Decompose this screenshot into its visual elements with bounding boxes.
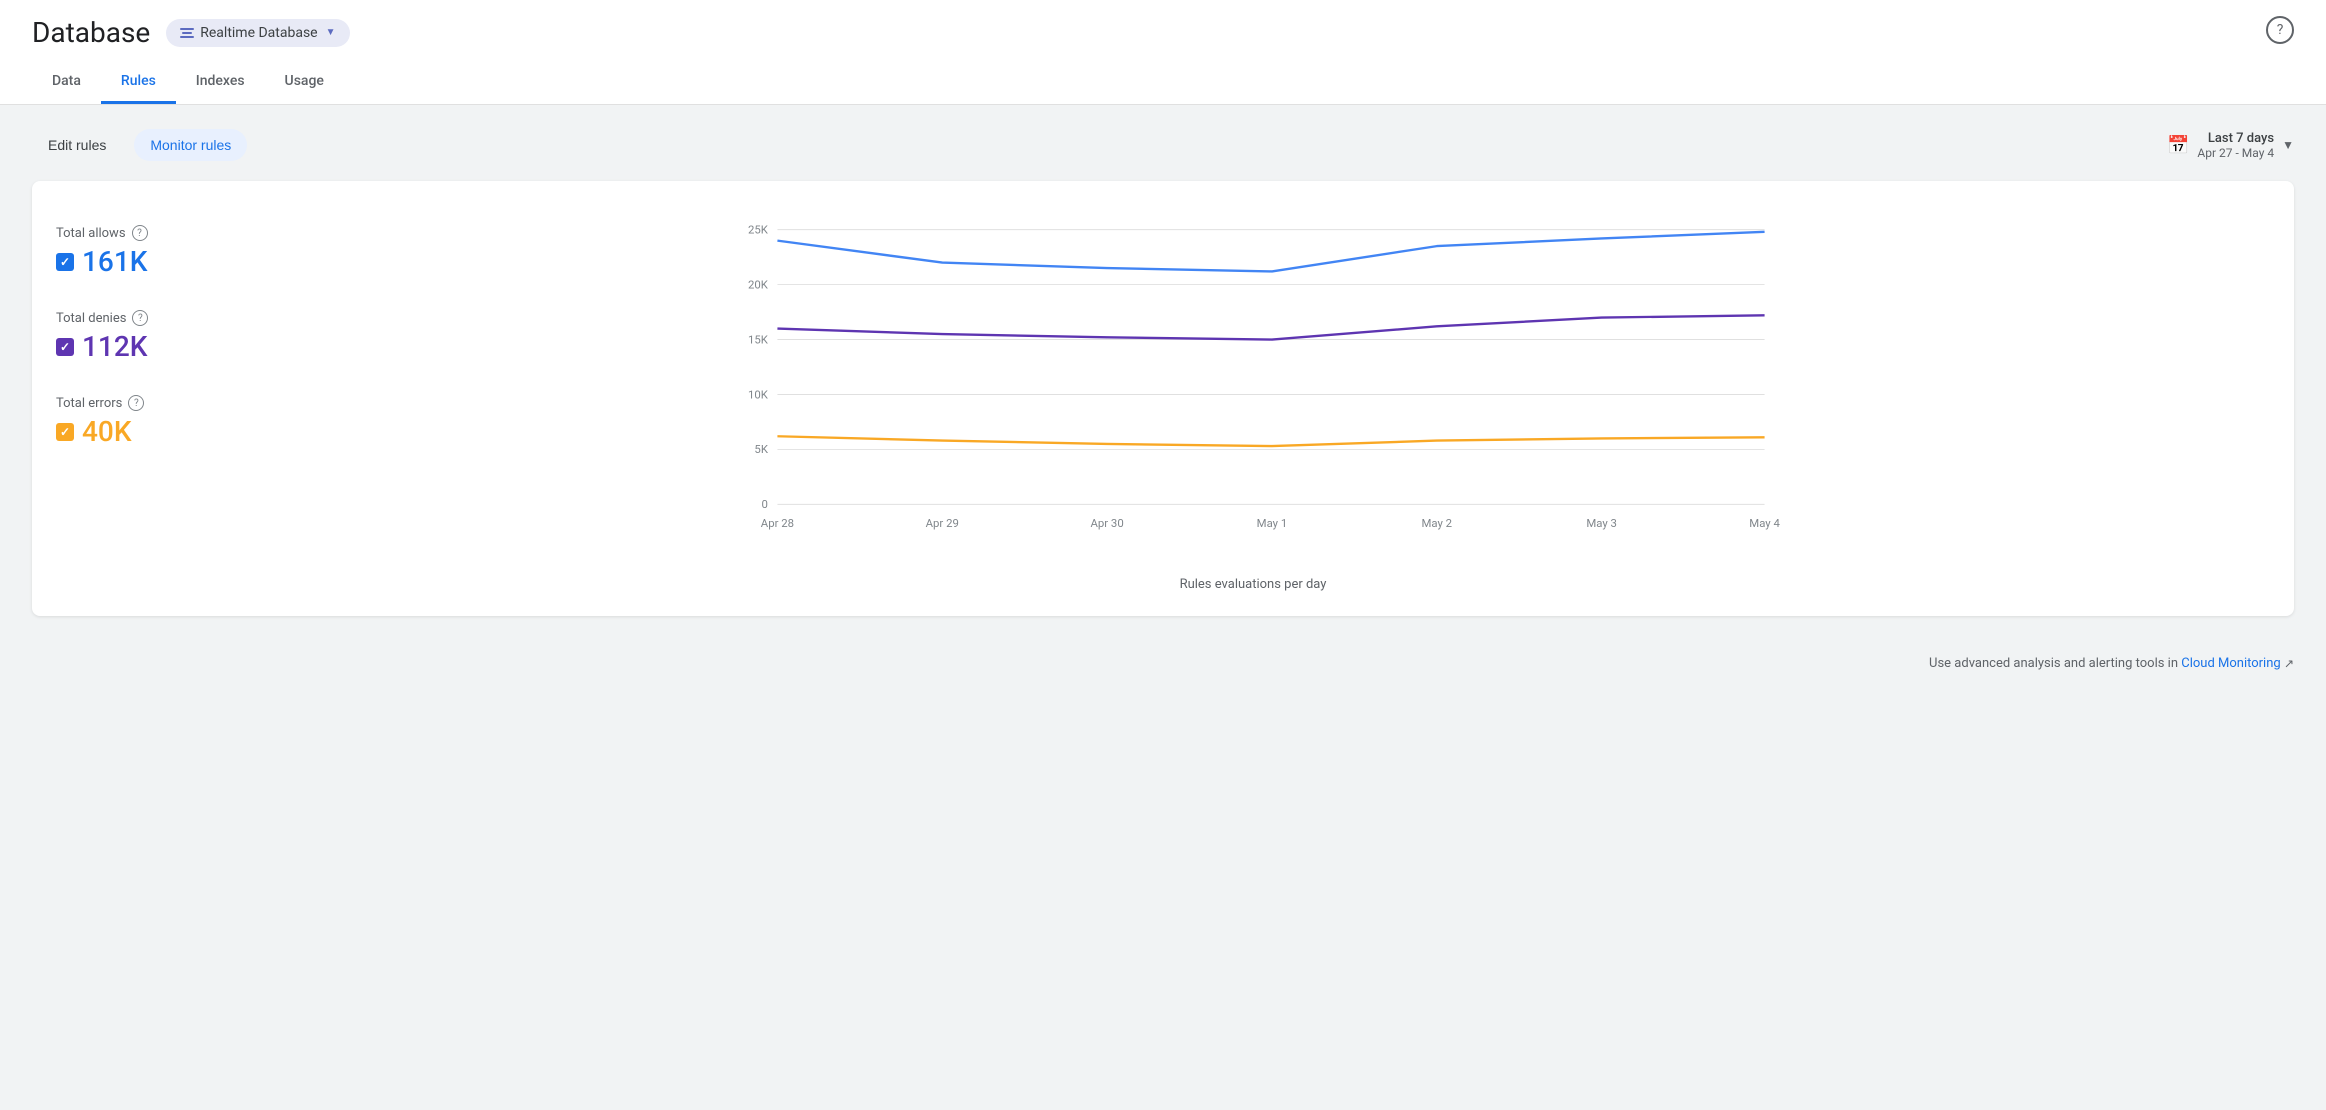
chart-footer: Rules evaluations per day [236,577,2270,592]
monitor-rules-button[interactable]: Monitor rules [134,129,247,161]
main-content: Edit rules Monitor rules 📅 Last 7 days A… [0,105,2326,640]
date-range-text: Last 7 days Apr 27 - May 4 [2197,131,2274,160]
help-icon[interactable]: ? [2266,16,2294,44]
svg-text:0: 0 [762,497,768,511]
external-link-icon: ↗ [2284,657,2294,671]
footer-note-text: Use advanced analysis and alerting tools… [1929,656,2178,671]
chart-card: Total allows ? 161K Total denies ? [32,181,2294,616]
svg-text:May 3: May 3 [1586,516,1617,530]
date-range-chevron-icon: ▼ [2282,138,2294,152]
svg-text:Apr 29: Apr 29 [926,516,959,530]
db-selector-label: Realtime Database [200,25,317,41]
errors-help-icon[interactable]: ? [128,395,144,411]
chevron-down-icon: ▼ [326,27,336,38]
denies-value: 112K [56,330,216,363]
date-range-main: Last 7 days [2197,131,2274,146]
svg-text:25K: 25K [748,222,769,236]
legend-item-denies: Total denies ? 112K [56,310,216,363]
tab-rules[interactable]: Rules [101,61,176,104]
allows-checkbox[interactable] [56,253,74,271]
footer-note: Use advanced analysis and alerting tools… [0,640,2326,687]
chart-area: 25K 20K 15K 10K 5K 0 [236,205,2270,592]
allows-label: Total allows [56,226,126,241]
page-header: Database Realtime Database ▼ ? Data Rule… [0,0,2326,105]
svg-text:Apr 30: Apr 30 [1090,516,1123,530]
cloud-monitoring-link[interactable]: Cloud Monitoring [2181,656,2280,671]
tab-data[interactable]: Data [32,61,101,104]
tab-indexes[interactable]: Indexes [176,61,265,104]
denies-checkbox[interactable] [56,338,74,356]
db-selector[interactable]: Realtime Database ▼ [166,19,349,47]
svg-text:May 4: May 4 [1749,516,1780,530]
errors-checkbox[interactable] [56,423,74,441]
legend-item-errors: Total errors ? 40K [56,395,216,448]
errors-value: 40K [56,415,216,448]
toolbar: Edit rules Monitor rules 📅 Last 7 days A… [32,129,2294,161]
errors-label: Total errors [56,396,122,411]
allows-value: 161K [56,245,216,278]
svg-text:5K: 5K [754,442,768,456]
db-selector-icon [180,28,194,38]
calendar-icon: 📅 [2167,135,2189,156]
date-range-sub: Apr 27 - May 4 [2197,146,2274,160]
tab-usage[interactable]: Usage [265,61,344,104]
svg-text:10K: 10K [748,387,769,401]
svg-text:May 2: May 2 [1421,516,1452,530]
date-range-selector[interactable]: 📅 Last 7 days Apr 27 - May 4 ▼ [2167,131,2294,160]
denies-help-icon[interactable]: ? [132,310,148,326]
svg-text:15K: 15K [748,332,769,346]
svg-text:May 1: May 1 [1257,516,1288,530]
svg-text:Apr 28: Apr 28 [761,516,794,530]
legend-item-allows: Total allows ? 161K [56,225,216,278]
svg-text:20K: 20K [748,277,769,291]
edit-rules-button[interactable]: Edit rules [32,129,122,161]
nav-tabs: Data Rules Indexes Usage [32,61,2294,104]
page-title: Database [32,16,150,49]
chart-legend: Total allows ? 161K Total denies ? [56,205,236,592]
allows-help-icon[interactable]: ? [132,225,148,241]
chart-svg: 25K 20K 15K 10K 5K 0 [236,205,2270,569]
denies-label: Total denies [56,311,126,326]
